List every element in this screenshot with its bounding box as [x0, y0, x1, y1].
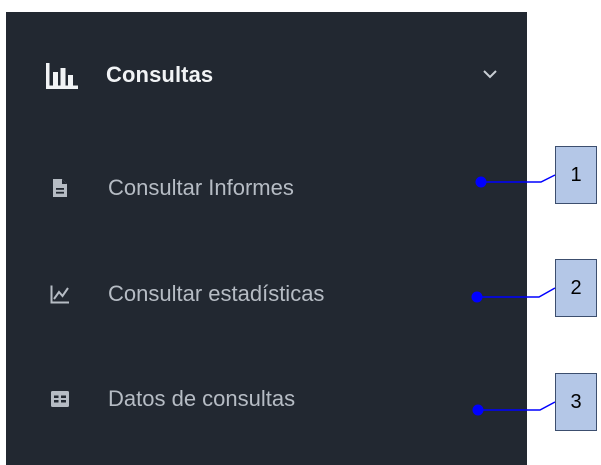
chevron-down-icon[interactable] — [482, 68, 498, 80]
menu-item-label: Consultar estadísticas — [108, 281, 325, 306]
menu-item-datos-de-consultas[interactable]: Datos de consultas — [6, 379, 527, 419]
table-icon — [51, 391, 69, 407]
menu-consultas-toggle[interactable]: Consultas — [6, 58, 527, 98]
callout-label-3: 3 — [555, 373, 597, 431]
file-text-icon — [53, 179, 67, 197]
menu-item-consultar-informes[interactable]: Consultar Informes — [6, 168, 527, 208]
menu-header-label: Consultas — [106, 62, 214, 87]
callout-label-1: 1 — [555, 146, 597, 204]
line-chart-icon — [50, 285, 69, 304]
bar-chart-icon — [46, 63, 78, 89]
callout-label-2: 2 — [555, 259, 597, 317]
sidebar: Consultas Consultar Informes Consultar e… — [6, 12, 527, 465]
menu-item-label: Consultar Informes — [108, 175, 294, 200]
menu-item-consultar-estadisticas[interactable]: Consultar estadísticas — [6, 274, 527, 314]
menu-item-label: Datos de consultas — [108, 386, 296, 411]
